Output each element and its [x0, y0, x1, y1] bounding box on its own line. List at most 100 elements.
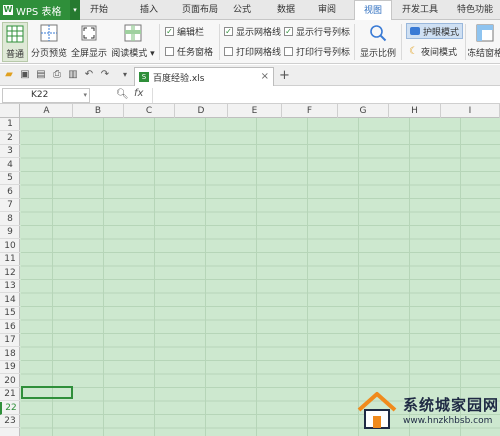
column-header[interactable]: H [389, 104, 441, 118]
open-icon[interactable]: ▰ [3, 69, 15, 81]
row-header[interactable]: 4 [0, 159, 20, 172]
row-header[interactable]: 12 [0, 267, 20, 280]
close-icon[interactable]: × [261, 71, 269, 82]
formula-input[interactable] [152, 88, 498, 103]
tab-view[interactable]: 视图 [354, 0, 392, 21]
chevron-down-icon[interactable]: ▾ [83, 89, 87, 102]
edit-bar-checkbox[interactable]: ✓ 编辑栏 [165, 25, 205, 38]
row-header[interactable]: 23 [0, 415, 20, 428]
tab-insert[interactable]: 插入 [134, 0, 164, 20]
new-tab-icon[interactable]: + [279, 68, 290, 83]
column-header[interactable]: D [175, 104, 228, 118]
tab-review[interactable]: 审阅 [313, 0, 341, 20]
print-headings-checkbox[interactable]: 打印行号列标 [284, 45, 351, 58]
formula-bar: K22 ▾ 🔍︎ fx [0, 87, 500, 104]
column-header[interactable]: C [124, 104, 175, 118]
tab-home[interactable]: 开始 [84, 0, 114, 20]
column-header[interactable]: G [338, 104, 389, 118]
row-header[interactable]: 18 [0, 348, 20, 361]
checkbox-checked-icon: ✓ [284, 26, 293, 36]
reading-mode-icon [124, 24, 142, 42]
undo-icon[interactable]: ↶ [83, 69, 95, 81]
row-header[interactable]: 9 [0, 226, 20, 239]
row-header[interactable]: 6 [0, 186, 20, 199]
row-header[interactable]: 17 [0, 334, 20, 347]
checkbox-checked-icon: ✓ [224, 26, 233, 36]
tab-page-layout[interactable]: 页面布局 [176, 0, 224, 20]
show-headings-checkbox[interactable]: ✓ 显示行号列标 [284, 25, 350, 38]
wps-logo-icon: W [3, 5, 13, 15]
redo-icon[interactable]: ↷ [99, 69, 111, 81]
row-header[interactable]: 15 [0, 307, 20, 320]
wps-app-menu[interactable]: W WPS 表格 ▾ [0, 0, 80, 20]
row-header[interactable]: 2 [0, 132, 20, 145]
full-screen-button[interactable]: 全屏显示 [70, 22, 108, 62]
column-header[interactable]: E [228, 104, 282, 118]
zoom-button[interactable]: 显示比例 [358, 22, 398, 62]
row-header[interactable]: 8 [0, 213, 20, 226]
house-logo-icon [357, 391, 397, 429]
customize-dropdown-icon[interactable]: ▾ [119, 69, 131, 81]
column-header[interactable]: A [21, 104, 73, 118]
tab-developer[interactable]: 开发工具 [398, 0, 442, 20]
show-gridlines-label: 显示网格线 [236, 27, 282, 38]
print-icon[interactable]: ⎙ [51, 69, 63, 81]
document-filename: 百度经验.xls [153, 73, 205, 84]
row-header[interactable]: 3 [0, 145, 20, 158]
fx-icon[interactable]: fx [134, 88, 143, 99]
row-header[interactable]: 19 [0, 361, 20, 374]
selected-cell[interactable] [21, 386, 73, 399]
select-all-corner[interactable] [0, 104, 20, 118]
document-tab[interactable]: S 百度经验.xls × [134, 67, 274, 86]
moon-icon: ☾ [409, 45, 418, 57]
eye-protection-toggle[interactable]: 护眼模式 [406, 23, 464, 39]
save-icon[interactable]: ▣ [19, 69, 31, 81]
ribbon-divider [159, 24, 160, 60]
zoom-formula-icon[interactable]: 🔍︎ [116, 89, 129, 100]
tab-data[interactable]: 数据 [272, 0, 300, 20]
name-box[interactable]: K22 ▾ [2, 88, 90, 103]
night-mode-label: 夜间模式 [420, 47, 457, 58]
print-gridlines-checkbox[interactable]: 打印网格线 [224, 45, 281, 58]
freeze-panes-button[interactable]: 冻结窗格 [468, 22, 500, 62]
row-header[interactable]: 20 [0, 375, 20, 388]
column-header[interactable]: B [73, 104, 124, 118]
export-pdf-icon[interactable]: ▤ [35, 69, 47, 81]
print-headings-label: 打印行号列标 [296, 47, 351, 58]
checkbox-checked-icon: ✓ [165, 26, 174, 36]
chevron-down-icon[interactable]: ▾ [70, 0, 80, 20]
print-preview-icon[interactable]: ▥ [67, 69, 79, 81]
task-pane-label: 任务窗格 [177, 47, 214, 58]
row-header[interactable]: 10 [0, 240, 20, 253]
normal-view-button[interactable]: 普通 [2, 22, 28, 62]
checkbox-unchecked-icon [165, 46, 174, 56]
row-header[interactable]: 1 [0, 118, 20, 131]
name-box-value: K22 [31, 90, 49, 100]
task-pane-checkbox[interactable]: 任务窗格 [165, 45, 214, 58]
row-header[interactable]: 21 [0, 388, 20, 401]
night-mode-toggle[interactable]: ☾ 夜间模式 [406, 43, 460, 59]
eye-mode-label: 护眼模式 [423, 27, 460, 38]
reading-mode-button[interactable]: 阅读模式 ▾ [110, 22, 156, 62]
row-header[interactable]: 7 [0, 199, 20, 212]
row-header[interactable]: 13 [0, 280, 20, 293]
page-break-icon [40, 24, 58, 42]
tab-formulas[interactable]: 公式 [228, 0, 256, 20]
magnifier-icon [370, 25, 387, 42]
column-header[interactable]: I [441, 104, 500, 118]
row-header[interactable]: 14 [0, 294, 20, 307]
row-header[interactable]: 16 [0, 321, 20, 334]
page-break-preview-button[interactable]: 分页预览 [30, 22, 68, 62]
show-gridlines-checkbox[interactable]: ✓ 显示网格线 [224, 25, 282, 38]
row-header[interactable]: 22 [0, 401, 20, 415]
column-header[interactable]: F [282, 104, 338, 118]
zoom-label: 显示比例 [359, 49, 396, 59]
xls-file-icon: S [139, 72, 149, 82]
tab-special[interactable]: 特色功能 [450, 0, 500, 20]
freeze-panes-label: 冻结窗格 [468, 49, 500, 59]
eye-icon [410, 27, 420, 35]
edit-bar-label: 编辑栏 [177, 27, 205, 38]
row-header[interactable]: 5 [0, 172, 20, 185]
row-header[interactable]: 11 [0, 253, 20, 266]
page-break-label: 分页预览 [30, 49, 67, 59]
